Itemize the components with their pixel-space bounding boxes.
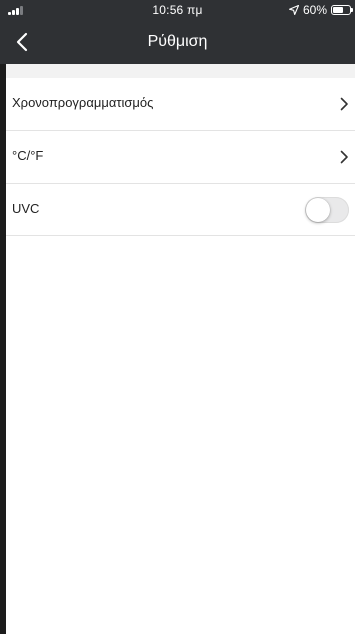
list-top-gap [6, 64, 355, 78]
settings-row-schedule[interactable]: Χρονοπρογραμματισμός [6, 78, 355, 131]
settings-row-temperature-unit[interactable]: °C/°F [6, 131, 355, 184]
settings-row-label: UVC [12, 201, 40, 216]
battery-percentage: 60% [302, 3, 327, 17]
back-button[interactable] [6, 26, 38, 58]
uvc-toggle[interactable] [305, 197, 349, 223]
navigation-bar: Ρύθμιση [0, 20, 355, 64]
status-right: 60% [288, 3, 353, 17]
battery-tip [351, 8, 353, 12]
toggle-knob [306, 198, 330, 222]
chevron-right-icon [340, 150, 348, 164]
location-arrow-icon [288, 5, 299, 15]
settings-row-label: Χρονοπρογραμματισμός [12, 95, 154, 110]
battery-icon [331, 5, 353, 15]
settings-screen: 10:56 πμ 60% Ρύθμιση Χρονοπρογραμματισμό… [0, 0, 355, 634]
battery-fill [333, 7, 343, 13]
settings-list: Χρονοπρογραμματισμός °C/°F UVC [6, 78, 355, 236]
chevron-right-icon [340, 97, 348, 111]
page-title: Ρύθμιση [147, 33, 208, 50]
settings-row-label: °C/°F [12, 148, 44, 163]
settings-row-uvc: UVC [6, 184, 355, 236]
chevron-left-icon [16, 32, 28, 52]
status-bar: 10:56 πμ 60% [0, 0, 355, 20]
